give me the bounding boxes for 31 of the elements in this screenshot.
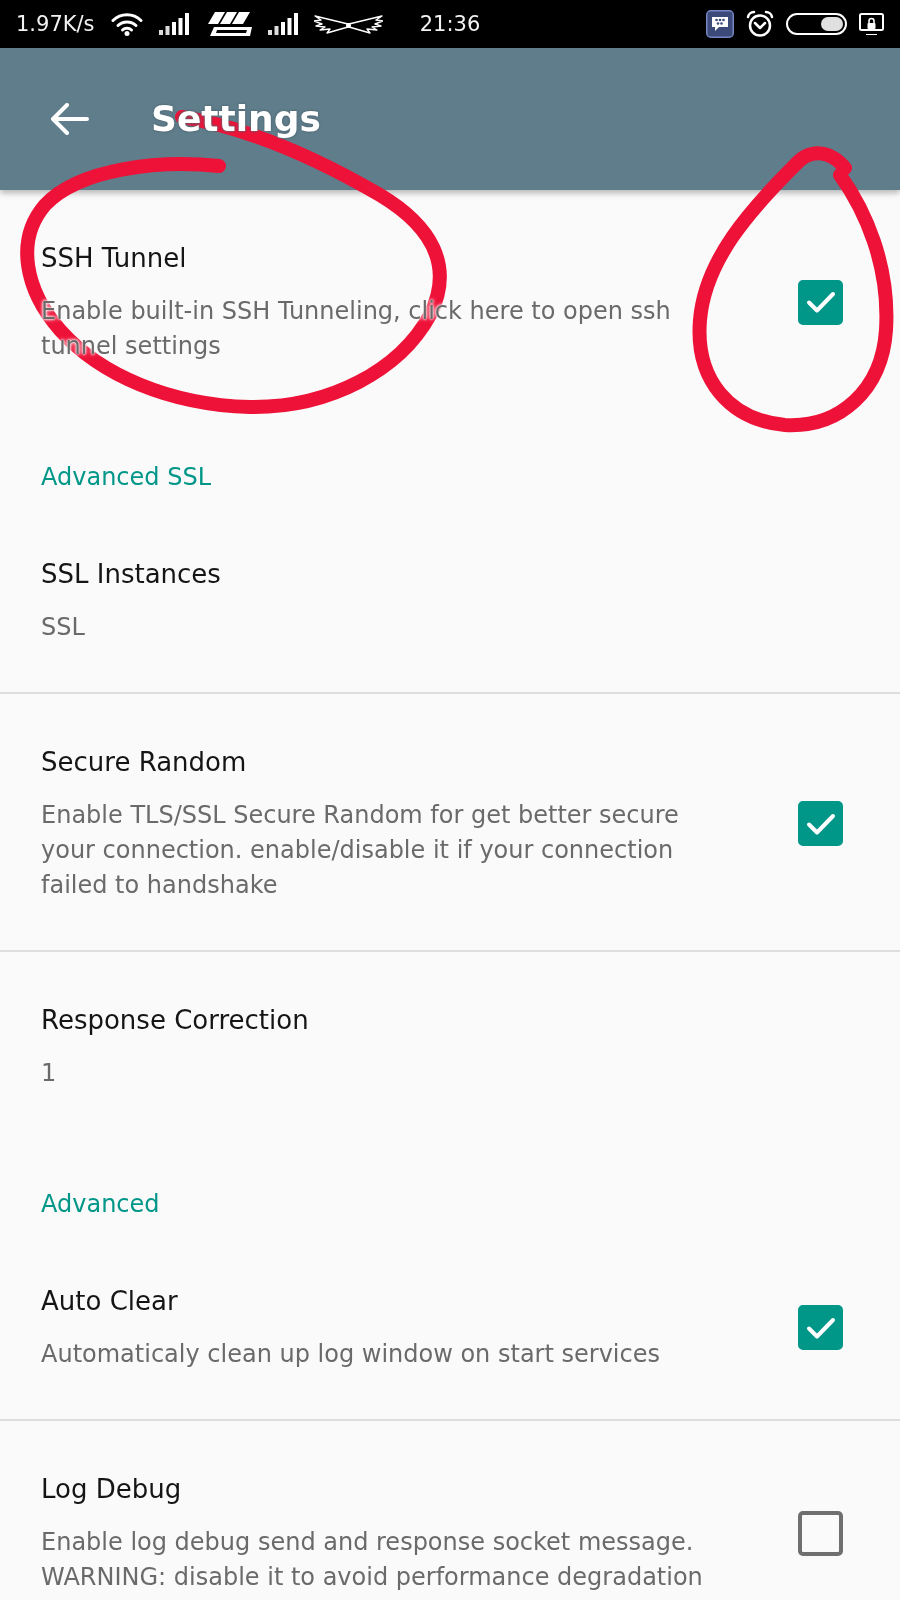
preference-summary: SSL <box>41 612 86 643</box>
battery-icon <box>786 13 847 35</box>
checkbox[interactable] <box>798 279 843 325</box>
wifi-icon <box>110 12 143 36</box>
preference-title: Log Debug <box>41 1473 183 1506</box>
checkbox[interactable] <box>798 1305 843 1350</box>
preference-summary: 1 <box>41 1058 58 1089</box>
checkmark-icon <box>805 1315 836 1340</box>
clock-time: 21:36 <box>419 11 481 37</box>
wings-icon <box>313 13 383 35</box>
preference-title: Secure Random <box>41 746 248 779</box>
screen-lock-icon <box>859 13 884 35</box>
chat-icon <box>706 10 734 38</box>
preference-title: Response Correction <box>41 1004 310 1037</box>
checkbox[interactable] <box>798 801 843 846</box>
back-arrow-icon <box>49 103 89 135</box>
preference-summary: Enable log debug send and response socket message. WARNING: disable it to avoid performance degradation <box>41 1527 704 1593</box>
checkbox[interactable] <box>798 1510 843 1556</box>
checkmark-icon <box>805 811 836 836</box>
checkmark-icon <box>805 290 836 314</box>
category-header: Advanced SSL <box>40 462 212 493</box>
network-speed: 1.97K/s <box>16 11 95 37</box>
preference-title: Auto Clear <box>41 1285 179 1318</box>
category-header: Advanced <box>40 1189 161 1220</box>
alarm-clock-icon <box>746 10 774 38</box>
preference-summary: Enable TLS/SSL Secure Random for get better secure your connection. enable/disable it if your connection failed to handshake <box>41 800 680 901</box>
preference-title: SSH Tunnel <box>41 242 188 275</box>
signal-icon <box>267 13 298 35</box>
preference-title: SSL Instances <box>41 558 222 591</box>
preference-summary: Automaticaly clean up log window on start services <box>41 1339 661 1370</box>
signal-icon <box>158 13 189 35</box>
